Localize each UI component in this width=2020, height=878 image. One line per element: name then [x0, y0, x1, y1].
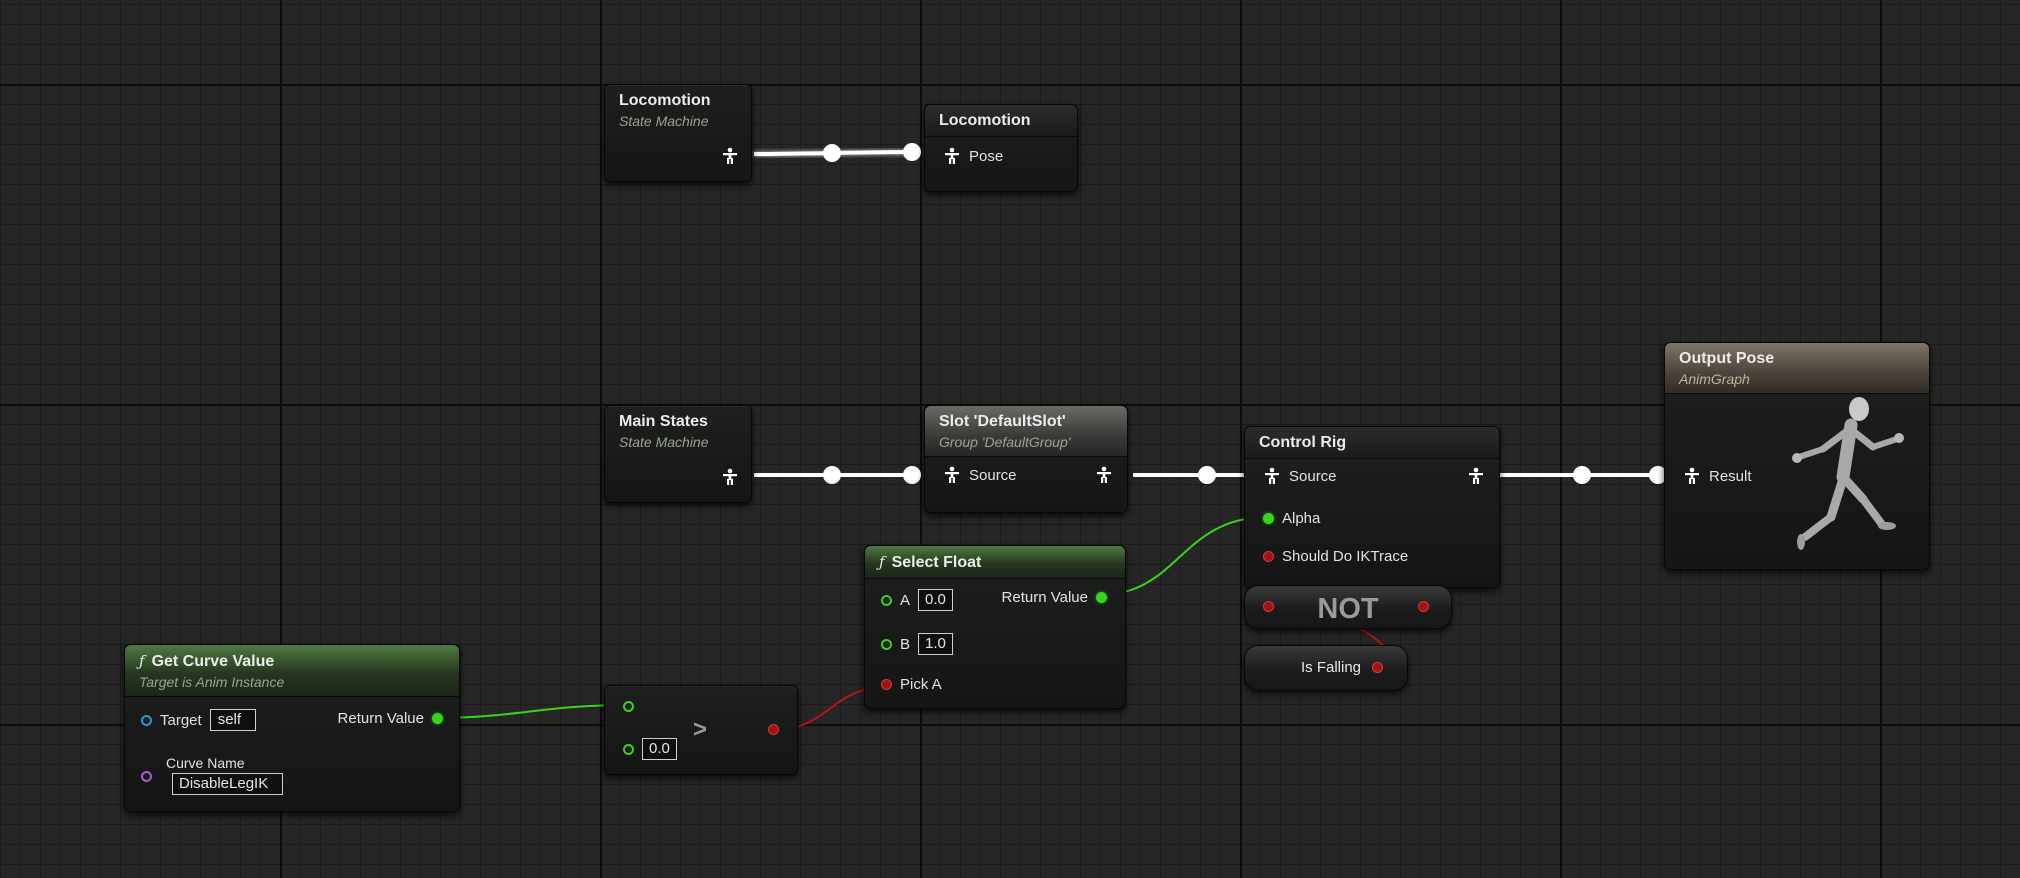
- pose-person-icon: [1097, 466, 1111, 483]
- pose-person-icon: [723, 468, 737, 485]
- b-value-field[interactable]: 0.0: [642, 738, 677, 760]
- pin-label: B: [900, 635, 911, 653]
- bool-pin-icon: [1263, 551, 1274, 562]
- object-pin-icon: [141, 714, 152, 726]
- node-title: Select Float: [891, 554, 982, 571]
- node-title: Output Pose: [1679, 350, 1775, 367]
- return-value-output-pin[interactable]: Return Value: [338, 710, 443, 727]
- pin-label: Alpha: [1282, 510, 1321, 527]
- pin-label: Return Value: [337, 710, 424, 727]
- pin-label: Target: [160, 711, 202, 729]
- pose-output-pin[interactable]: [1467, 467, 1485, 485]
- node-subtitle: State Machine: [619, 434, 709, 450]
- float-pin-icon: [881, 594, 892, 606]
- pose-output-pin[interactable]: [1095, 466, 1113, 484]
- name-pin-icon[interactable]: [141, 771, 152, 782]
- should-do-iktrace-input-pin[interactable]: Should Do IKTrace: [1263, 548, 1408, 565]
- pin-label: Pose: [969, 147, 1004, 165]
- a-input-pin[interactable]: [623, 701, 634, 712]
- locomotion-state-machine-node[interactable]: Locomotion State Machine: [604, 84, 752, 182]
- slot-node[interactable]: Slot 'DefaultSlot' Group 'DefaultGroup' …: [924, 405, 1128, 513]
- source-input-pin[interactable]: Source: [1263, 467, 1337, 485]
- pin-label: Return Value: [1001, 589, 1088, 606]
- function-icon: ƒ: [879, 553, 885, 571]
- bool-pin-icon: [881, 679, 892, 690]
- pose-person-icon: [945, 466, 959, 483]
- get-curve-value-node[interactable]: ƒ Get Curve Value Target is Anim Instance…: [124, 644, 460, 812]
- node-subtitle: Target is Anim Instance: [139, 674, 285, 690]
- float-pin-icon: [623, 743, 634, 755]
- pose-output-pin[interactable]: [721, 147, 739, 165]
- b-input-pin[interactable]: B 1.0: [881, 633, 953, 655]
- pin-label: Should Do IKTrace: [1282, 548, 1409, 565]
- node-subtitle: AnimGraph: [1679, 371, 1750, 387]
- pose-person-icon: [1469, 467, 1483, 484]
- pose-input-pin[interactable]: Pose: [943, 147, 1003, 165]
- float-wire-curve: [431, 704, 631, 719]
- float-pin-icon: [1096, 592, 1107, 603]
- pose-wire-locomotion: [753, 143, 921, 162]
- node-title: Locomotion: [939, 112, 1031, 129]
- is-falling-node[interactable]: Is Falling: [1244, 645, 1408, 691]
- greater-than-operator: >: [693, 716, 708, 743]
- return-value-output-pin[interactable]: Return Value: [1002, 589, 1107, 606]
- node-title: Locomotion: [619, 92, 711, 109]
- pose-output-pin[interactable]: [721, 468, 739, 486]
- a-value-field[interactable]: 0.0: [918, 589, 953, 611]
- bool-output-pin[interactable]: [768, 724, 779, 735]
- target-value-field[interactable]: self: [209, 709, 257, 731]
- node-title: Is Falling: [1301, 659, 1362, 676]
- bool-output-pin[interactable]: [1372, 662, 1383, 673]
- node-title: Control Rig: [1259, 434, 1347, 451]
- b-value-field[interactable]: 1.0: [918, 633, 953, 655]
- pin-label: A: [900, 591, 911, 609]
- pose-wire-slot: [1133, 466, 1260, 484]
- pin-label: Result: [1709, 467, 1752, 485]
- output-pose-node[interactable]: Output Pose AnimGraph Result: [1664, 342, 1930, 570]
- node-subtitle: State Machine: [619, 113, 709, 129]
- float-pin-icon: [1263, 513, 1274, 524]
- source-input-pin[interactable]: Source: [943, 466, 1017, 484]
- pose-person-icon: [1685, 467, 1699, 484]
- locomotion-pose-node[interactable]: Locomotion Pose: [924, 104, 1078, 192]
- pin-label: Source: [969, 466, 1017, 484]
- bool-output-pin[interactable]: [1418, 601, 1429, 612]
- select-float-node[interactable]: ƒ Select Float A 0.0 Return Value B 1.0 P…: [864, 545, 1126, 709]
- curve-name-field[interactable]: DisableLegIK: [172, 773, 284, 795]
- node-subtitle: Group 'DefaultGroup': [939, 434, 1071, 450]
- result-input-pin[interactable]: Result: [1683, 467, 1752, 485]
- node-title: Slot 'DefaultSlot': [939, 413, 1066, 430]
- pick-a-input-pin[interactable]: Pick A: [881, 676, 942, 693]
- pin-label: Source: [1289, 467, 1337, 485]
- pose-wire-main-states: [754, 466, 921, 484]
- curve-name-label: Curve Name: [166, 755, 245, 771]
- float-pin-icon: [881, 638, 892, 650]
- node-title: Main States: [619, 413, 708, 430]
- function-icon: ƒ: [139, 652, 145, 670]
- pose-wire-control-rig: [1500, 466, 1667, 484]
- node-title: Get Curve Value: [151, 653, 275, 670]
- not-node[interactable]: NOT: [1244, 585, 1452, 629]
- b-input-pin[interactable]: 0.0: [623, 738, 677, 760]
- running-mannequin-icon: [1792, 397, 1904, 550]
- control-rig-node[interactable]: Control Rig Source Alpha Should Do IKTra…: [1244, 426, 1500, 588]
- target-input-pin[interactable]: Target self: [141, 709, 257, 731]
- a-input-pin[interactable]: A 0.0: [881, 589, 953, 611]
- pin-label: Pick A: [900, 676, 942, 693]
- pose-person-icon: [1265, 467, 1279, 484]
- main-states-node[interactable]: Main States State Machine: [604, 405, 752, 503]
- pose-person-icon: [945, 147, 959, 164]
- alpha-input-pin[interactable]: Alpha: [1263, 510, 1320, 527]
- greater-than-node[interactable]: 0.0 >: [604, 685, 798, 775]
- float-pin-icon: [432, 713, 443, 724]
- pose-person-icon: [723, 147, 737, 164]
